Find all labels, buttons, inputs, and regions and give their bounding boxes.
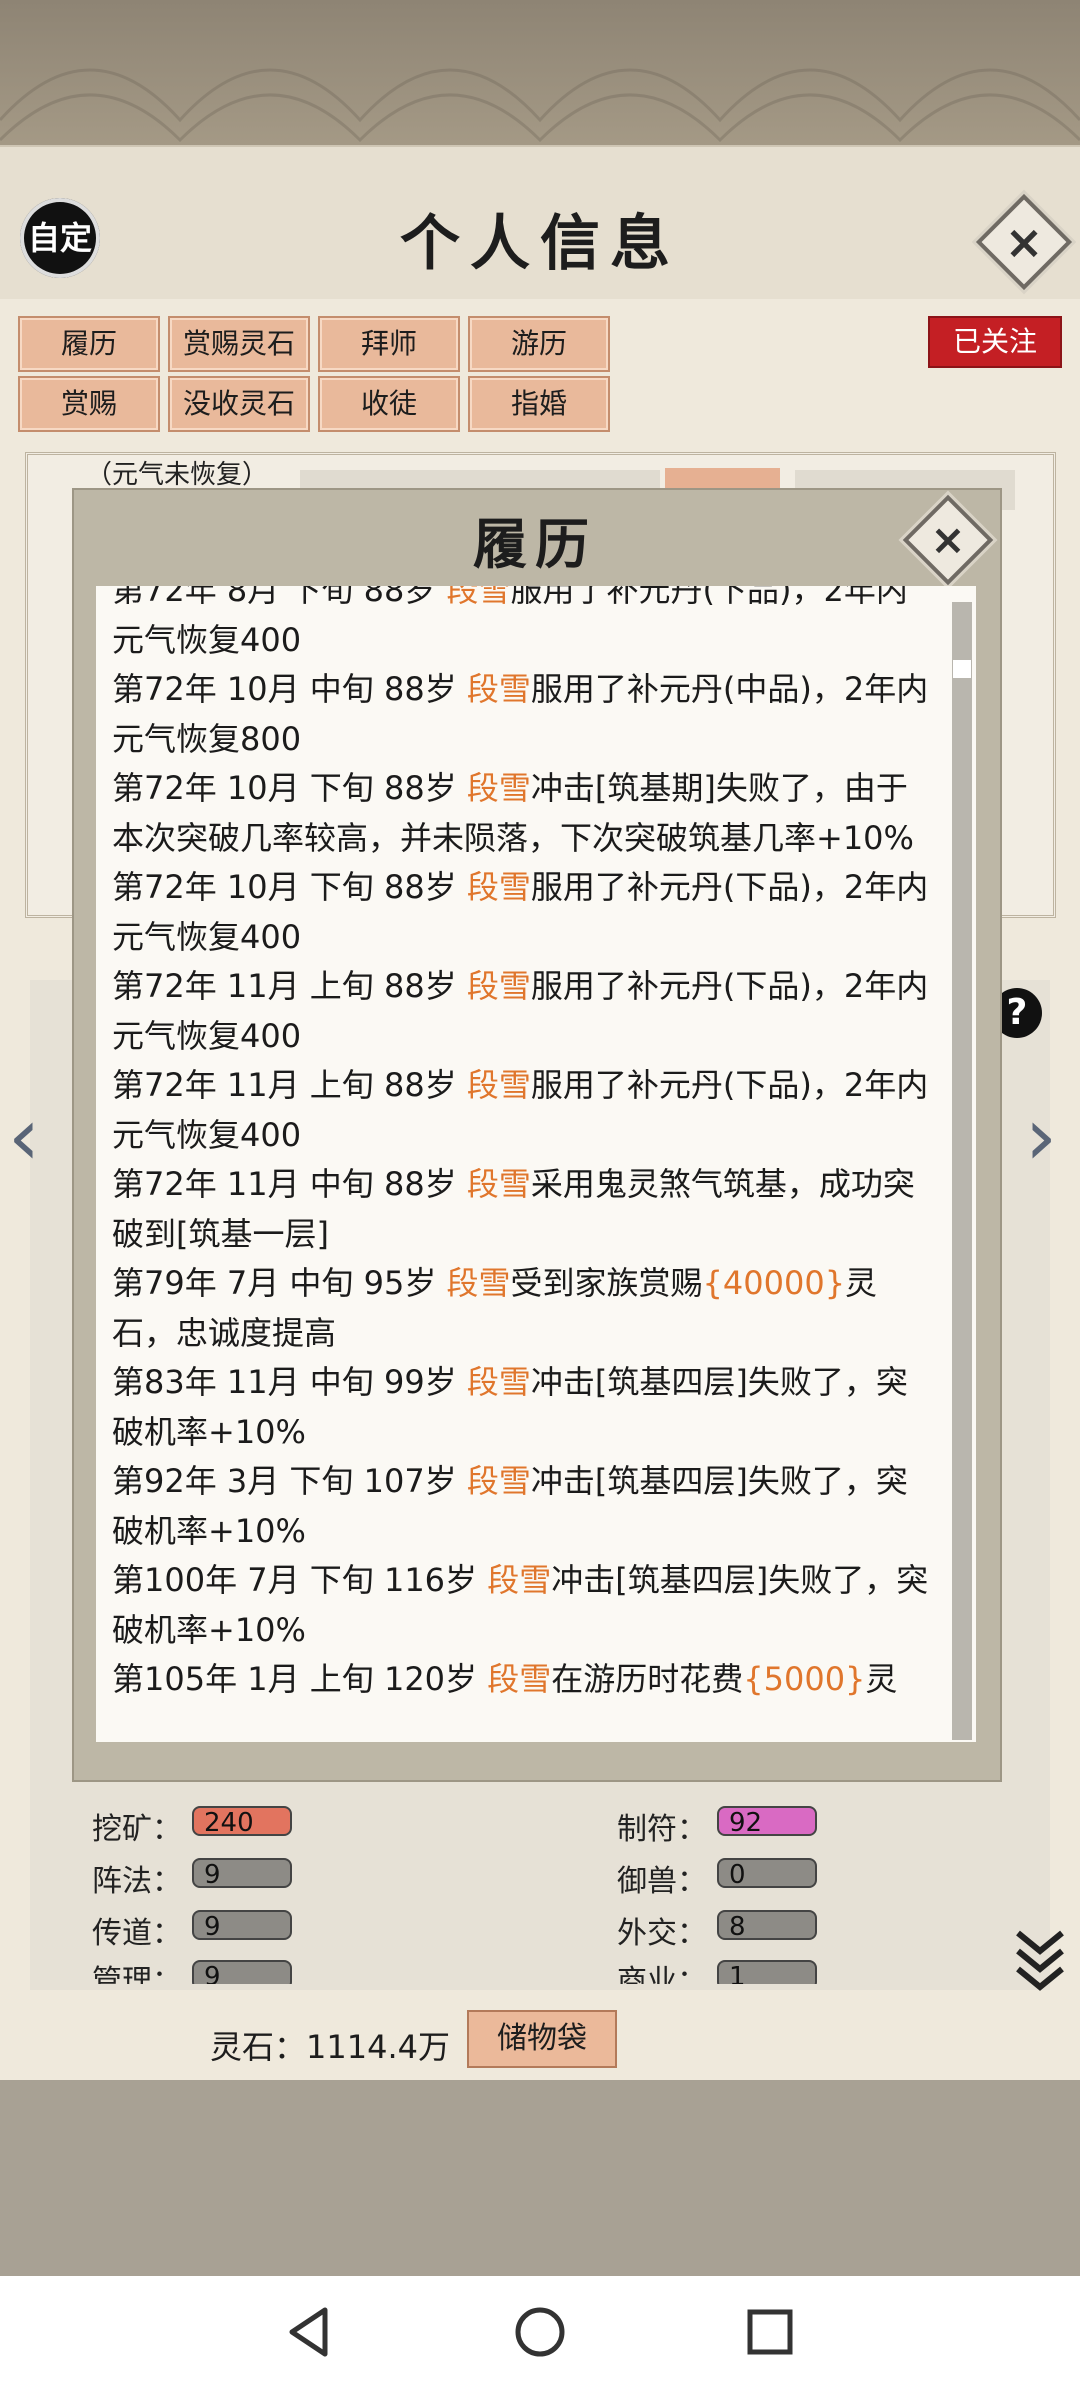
disciple-name: 段雪 bbox=[466, 967, 531, 1005]
entry-date: 第83年 11月 中旬 99岁 bbox=[112, 1363, 467, 1401]
back-icon[interactable] bbox=[280, 2302, 340, 2362]
disciple-name: 段雪 bbox=[466, 1462, 531, 1500]
followed-badge[interactable]: 已关注 bbox=[928, 316, 1062, 368]
recents-icon[interactable] bbox=[740, 2302, 800, 2362]
scrollbar[interactable] bbox=[952, 602, 972, 1740]
reward-button[interactable]: 赏赐 bbox=[18, 376, 160, 432]
arrange-marriage-button[interactable]: 指婚 bbox=[468, 376, 610, 432]
stat-label: 阵法： bbox=[92, 1864, 182, 1899]
entry-date: 第72年 8月 下旬 88岁 bbox=[112, 586, 447, 609]
storage-bag-button[interactable]: 储物袋 bbox=[467, 2010, 617, 2068]
log-entry: 第72年 10月 下旬 88岁 段雪服用了补元丹(下品)，2年内元气恢复400 bbox=[112, 863, 937, 962]
entry-date: 第72年 11月 上旬 88岁 bbox=[112, 1066, 467, 1104]
travel-button[interactable]: 游历 bbox=[468, 316, 610, 372]
energy-status: （元气未恢复） bbox=[86, 460, 269, 490]
wave-pattern bbox=[0, 68, 1080, 143]
disciple-name: 段雪 bbox=[466, 769, 531, 807]
log-list: 第72年 8月 下旬 88岁 段雪服用了补元丹(下品)，2年内元气恢复400 第7… bbox=[112, 586, 937, 1705]
entry-amount: {5000} bbox=[743, 1660, 866, 1698]
disciple-name: 段雪 bbox=[487, 1660, 552, 1698]
modal-title: 履历 bbox=[473, 512, 597, 576]
stat-label: 御兽： bbox=[617, 1864, 707, 1899]
entry-text: 受到家族赏赐 bbox=[510, 1264, 703, 1302]
entry-date: 第105年 1月 上旬 120岁 bbox=[112, 1660, 488, 1698]
entry-date: 第72年 11月 中旬 88岁 bbox=[112, 1165, 467, 1203]
entry-date: 第72年 10月 中旬 88岁 bbox=[112, 670, 467, 708]
stat-label: 管理： bbox=[92, 1964, 182, 1984]
stat-label: 挖矿： bbox=[92, 1812, 182, 1847]
chevron-right-icon[interactable]: › bbox=[1025, 1090, 1057, 1183]
expand-down-icon[interactable] bbox=[1010, 1925, 1070, 1995]
stat-label: 商业： bbox=[617, 1964, 707, 1984]
entry-date: 第92年 3月 下旬 107岁 bbox=[112, 1462, 467, 1500]
log-entry: 第105年 1月 上旬 120岁 段雪在游历时花费{5000}灵 bbox=[112, 1655, 937, 1705]
log-entry: 第72年 8月 下旬 88岁 段雪服用了补元丹(下品)，2年内元气恢复400 bbox=[112, 586, 937, 665]
stat-value: 240 bbox=[192, 1806, 292, 1838]
resume-button[interactable]: 履历 bbox=[18, 316, 160, 372]
entry-text-tail: 灵 bbox=[865, 1660, 898, 1698]
disciple-name: 段雪 bbox=[466, 1165, 531, 1203]
disciple-name: 段雪 bbox=[466, 1363, 531, 1401]
log-entry: 第92年 3月 下旬 107岁 段雪冲击[筑基四层]失败了，突破机率+10% bbox=[112, 1457, 937, 1556]
lower-background bbox=[0, 2080, 1080, 2276]
stat-value: 1 bbox=[717, 1960, 817, 1984]
close-icon: × bbox=[930, 515, 966, 564]
disciple-name: 段雪 bbox=[466, 868, 531, 906]
log-entry: 第100年 7月 下旬 116岁 段雪冲击[筑基四层]失败了，突破机率+10% bbox=[112, 1556, 937, 1655]
page-title: 个人信息 bbox=[400, 209, 680, 279]
entry-date: 第100年 7月 下旬 116岁 bbox=[112, 1561, 488, 1599]
reward-stones-button[interactable]: 赏赐灵石 bbox=[168, 316, 310, 372]
stat-value: 0 bbox=[717, 1858, 817, 1890]
entry-text: 在游历时花费 bbox=[551, 1660, 744, 1698]
entry-date: 第72年 11月 上旬 88岁 bbox=[112, 967, 467, 1005]
disciple-name: 段雪 bbox=[487, 1561, 552, 1599]
stat-label: 外交： bbox=[617, 1916, 707, 1951]
disciple-name: 段雪 bbox=[466, 670, 531, 708]
stat-value: 92 bbox=[717, 1806, 817, 1838]
resume-log[interactable]: 第72年 8月 下旬 88岁 段雪服用了补元丹(下品)，2年内元气恢复400 第7… bbox=[96, 586, 976, 1742]
entry-date: 第72年 10月 下旬 88岁 bbox=[112, 769, 467, 807]
disciple-name: 段雪 bbox=[466, 1066, 531, 1104]
home-icon[interactable] bbox=[510, 2302, 570, 2362]
stats-row-clipped: 管理： 9 商业： 1 bbox=[60, 1956, 1020, 1984]
chevron-left-icon[interactable]: ‹ bbox=[8, 1090, 40, 1183]
disciple-name: 段雪 bbox=[446, 586, 511, 609]
log-entry: 第83年 11月 中旬 99岁 段雪冲击[筑基四层]失败了，突破机率+10% bbox=[112, 1358, 937, 1457]
log-entry: 第72年 11月 上旬 88岁 段雪服用了补元丹(下品)，2年内元气恢复400 bbox=[112, 1061, 937, 1160]
stat-label: 传道： bbox=[92, 1916, 182, 1951]
auto-button[interactable]: 自定 bbox=[20, 198, 100, 278]
log-entry: 第72年 10月 下旬 88岁 段雪冲击[筑基期]失败了，由于本次突破几率较高，… bbox=[112, 764, 937, 863]
stat-value: 8 bbox=[717, 1910, 817, 1942]
log-entry: 第72年 10月 中旬 88岁 段雪服用了补元丹(中品)，2年内元气恢复800 bbox=[112, 665, 937, 764]
log-entry: 第79年 7月 中旬 95岁 段雪受到家族赏赐{40000}灵石，忠诚度提高 bbox=[112, 1259, 937, 1358]
log-entry: 第72年 11月 中旬 88岁 段雪采用鬼灵煞气筑基，成功突破到[筑基一层] bbox=[112, 1160, 937, 1259]
spirit-stones-total: 灵石：1114.4万 bbox=[210, 2028, 450, 2066]
confiscate-stones-button[interactable]: 没收灵石 bbox=[168, 376, 310, 432]
scrollbar-thumb[interactable] bbox=[953, 660, 971, 678]
disciple-name: 段雪 bbox=[446, 1264, 511, 1302]
take-master-button[interactable]: 拜师 bbox=[318, 316, 460, 372]
entry-amount: {40000} bbox=[702, 1264, 846, 1302]
entry-date: 第72年 10月 下旬 88岁 bbox=[112, 868, 467, 906]
take-disciple-button[interactable]: 收徒 bbox=[318, 376, 460, 432]
entry-date: 第79年 7月 中旬 95岁 bbox=[112, 1264, 447, 1302]
close-icon: × bbox=[1004, 215, 1044, 269]
stat-value: 9 bbox=[192, 1858, 292, 1890]
log-entry: 第72年 11月 上旬 88岁 段雪服用了补元丹(下品)，2年内元气恢复400 bbox=[112, 962, 937, 1061]
stat-label: 制符： bbox=[617, 1812, 707, 1847]
stat-value: 9 bbox=[192, 1960, 292, 1984]
stat-value: 9 bbox=[192, 1910, 292, 1942]
